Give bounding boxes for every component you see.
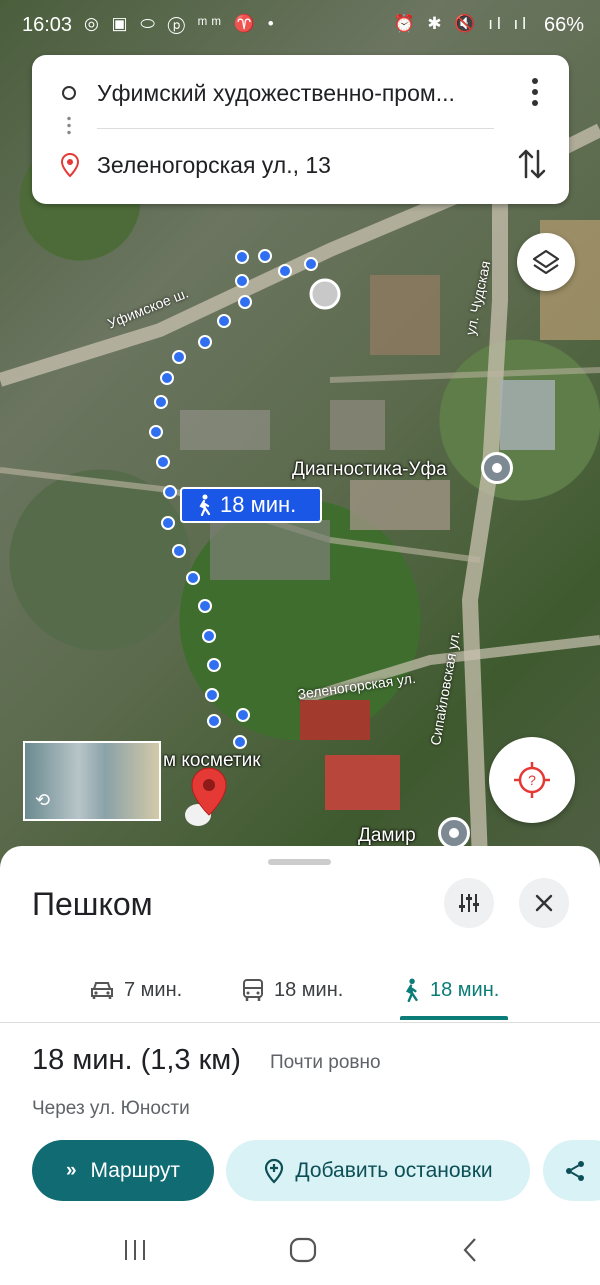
poi-label-kosmetik[interactable]: м косметик <box>163 750 261 772</box>
my-location-button[interactable]: ? <box>489 737 575 823</box>
route-summary: 18 мин. (1,3 км) <box>32 1044 241 1076</box>
destination-field[interactable]: Зеленогорская ул., 13 <box>97 152 331 179</box>
share-icon <box>566 1160 584 1181</box>
car-icon <box>91 982 113 999</box>
svg-text:?: ? <box>528 772 536 788</box>
walk-icon <box>406 978 418 1002</box>
mode-walk-label: 18 мин. <box>430 978 500 1001</box>
poi-label-damir[interactable]: Дамир <box>358 825 416 847</box>
poi-marker-diagnostika[interactable] <box>481 452 513 484</box>
origin-row[interactable]: Уфимский художественно-пром... <box>32 63 569 123</box>
poi-label-diagnostika[interactable]: Диагностика-Уфа <box>292 459 447 481</box>
selected-mode-indicator <box>400 1016 508 1020</box>
location-unknown-icon: ? <box>514 762 550 798</box>
add-stops-button[interactable]: Добавить остановки <box>226 1140 530 1201</box>
tune-icon <box>459 894 479 912</box>
route-connector-dots <box>67 115 71 137</box>
back-button[interactable] <box>455 1235 485 1265</box>
battery-level: 66% <box>543 14 584 36</box>
system-navigation-bar <box>0 1215 600 1285</box>
mode-car[interactable]: 7 мин. <box>90 956 182 1024</box>
poi-marker-damir[interactable] <box>438 817 470 849</box>
route-duration-label: 18 мин. <box>220 492 297 517</box>
start-route-button[interactable]: » Маршрут <box>32 1140 214 1201</box>
swap-directions-icon[interactable] <box>517 147 547 181</box>
back-icon <box>463 1238 476 1262</box>
recent-apps-button[interactable] <box>120 1235 150 1265</box>
mode-car-label: 7 мин. <box>124 978 183 1001</box>
mode-transit[interactable]: 18 мин. <box>242 956 343 1024</box>
status-time: 16:03 <box>22 14 73 36</box>
walk-icon <box>199 494 211 516</box>
rotate-360-icon: ⟲ <box>35 790 51 810</box>
close-icon <box>535 894 553 912</box>
start-route-label: Маршрут <box>90 1158 181 1182</box>
add-location-icon <box>265 1158 284 1184</box>
add-stops-label: Добавить остановки <box>295 1158 493 1182</box>
route-via: Через ул. Юности <box>32 1098 190 1119</box>
recent-apps-icon <box>125 1240 145 1260</box>
system-icons: ⏰ ✱ 🔇 ıl ıl <box>393 14 530 33</box>
layers-button[interactable] <box>517 233 575 291</box>
fields-divider <box>97 128 494 129</box>
transit-icon <box>243 979 263 1001</box>
layers-icon <box>532 249 560 275</box>
route-duration-tag[interactable]: 18 мин. <box>180 487 322 523</box>
travel-modes: 7 мин. 18 мин. 18 мин. <box>0 956 600 1024</box>
origin-circle-icon <box>62 86 76 100</box>
mode-walk[interactable]: 18 мин. <box>402 956 499 1024</box>
modes-divider <box>0 1022 600 1023</box>
more-options-icon[interactable] <box>531 77 539 107</box>
double-chevron-icon: » <box>65 1159 77 1181</box>
status-bar: 16:03 ◎ ▣ ⬭ ⓟ ᵐᵐ ♈ • ⏰ ✱ 🔇 ıl ıl 66% <box>0 0 600 50</box>
home-button[interactable] <box>288 1235 318 1265</box>
share-button[interactable] <box>543 1140 600 1201</box>
directions-card: Уфимский художественно-пром... Зеленогор… <box>32 55 569 204</box>
street-view-thumbnail[interactable]: ⟲ <box>23 741 161 821</box>
route-options-button[interactable] <box>444 878 494 928</box>
close-button[interactable] <box>519 878 569 928</box>
mode-transit-label: 18 мин. <box>274 978 344 1001</box>
destination-pin-icon <box>61 153 79 177</box>
destination-row[interactable]: Зеленогорская ул., 13 <box>32 135 569 195</box>
sheet-title: Пешком <box>32 886 153 922</box>
sheet-drag-handle[interactable] <box>268 859 331 865</box>
origin-field[interactable]: Уфимский художественно-пром... <box>97 80 455 107</box>
notification-icons: ◎ ▣ ⬭ ⓟ ᵐᵐ ♈ • <box>84 14 278 33</box>
route-summary-note: Почти ровно <box>270 1052 381 1073</box>
home-icon <box>289 1237 317 1263</box>
